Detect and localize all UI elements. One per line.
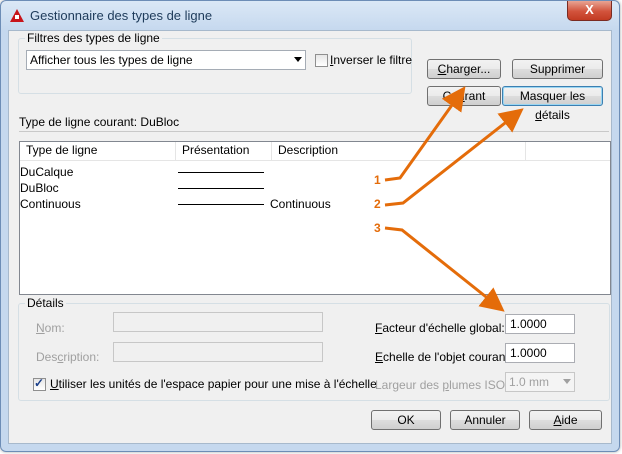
chevron-down-icon xyxy=(563,379,571,384)
iso-pen-width-value: 1.0 mm xyxy=(509,375,550,389)
global-scale-label: Facteur d'échelle global: xyxy=(375,321,505,335)
window-title: Gestionnaire des types de ligne xyxy=(30,8,213,23)
dialog-body: Filtres des types de ligne Afficher tous… xyxy=(8,30,612,444)
list-row-continuous[interactable]: Continuous Continuous xyxy=(20,197,610,213)
invert-filter-label: Inverser le filtre xyxy=(330,53,413,67)
delete-button[interactable]: Supprimer xyxy=(512,59,603,79)
callout-number-2: 2 xyxy=(374,197,381,211)
row-name: DuCalque xyxy=(20,165,74,179)
column-description[interactable]: Description xyxy=(272,142,526,160)
name-label: Nom: xyxy=(36,321,65,335)
iso-pen-width-label: Largeur des plumes ISO: xyxy=(375,378,509,392)
invert-filter-checkbox[interactable] xyxy=(315,54,328,67)
title-bar[interactable]: Gestionnaire des types de ligne X xyxy=(1,1,619,29)
column-linetype[interactable]: Type de ligne xyxy=(20,142,176,160)
close-button[interactable]: X xyxy=(567,1,612,21)
linetype-preview xyxy=(178,172,264,173)
load-button[interactable]: Charger... xyxy=(427,59,501,79)
description-label: Description: xyxy=(36,350,100,364)
linetype-preview xyxy=(178,204,264,205)
row-name: DuBloc xyxy=(20,181,59,195)
chevron-down-icon xyxy=(294,57,302,62)
current-linetype-text: Type de ligne courant: DuBloc xyxy=(19,115,180,129)
name-field[interactable] xyxy=(113,312,323,332)
row-name: Continuous xyxy=(20,197,81,211)
list-header: Type de ligne Présentation Description xyxy=(20,142,610,161)
object-scale-label: Echelle de l'objet courant: xyxy=(375,350,513,364)
object-scale-input[interactable]: 1.0000 xyxy=(505,343,575,363)
help-button[interactable]: Aide xyxy=(529,410,602,430)
column-appearance[interactable]: Présentation xyxy=(176,142,272,160)
current-linetype-value: DuBloc xyxy=(140,115,180,129)
row-description: Continuous xyxy=(270,197,331,211)
callout-number-3: 3 xyxy=(374,221,381,235)
linetype-filter-dropdown[interactable]: Afficher tous les types de ligne xyxy=(26,50,306,70)
paperspace-units-label: Utiliser les unités de l'espace papier p… xyxy=(50,377,377,391)
hide-details-button[interactable]: Masquer les détails xyxy=(502,86,603,122)
dialog-window: Gestionnaire des types de ligne X Filtre… xyxy=(0,0,620,452)
linetype-list[interactable]: Type de ligne Présentation Description D… xyxy=(19,141,611,295)
linetype-filter-value: Afficher tous les types de ligne xyxy=(30,53,193,67)
callout-number-1: 1 xyxy=(374,173,381,187)
linetype-preview xyxy=(178,188,264,189)
autocad-logo-icon xyxy=(10,9,24,22)
details-group-label: Détails xyxy=(25,296,66,310)
current-button[interactable]: Courant xyxy=(427,86,501,106)
filter-group-label: Filtres des types de ligne xyxy=(25,31,162,45)
list-row-bylayer[interactable]: DuCalque xyxy=(20,165,610,181)
ok-button[interactable]: OK xyxy=(371,410,441,430)
global-scale-input[interactable]: 1.0000 xyxy=(505,314,575,334)
iso-pen-width-dropdown[interactable]: 1.0 mm xyxy=(505,372,575,392)
list-row-byblock[interactable]: DuBloc xyxy=(20,181,610,197)
cancel-button[interactable]: Annuler xyxy=(450,410,520,430)
separator xyxy=(19,131,609,132)
paperspace-units-checkbox[interactable] xyxy=(33,376,46,391)
description-field[interactable] xyxy=(113,342,323,362)
